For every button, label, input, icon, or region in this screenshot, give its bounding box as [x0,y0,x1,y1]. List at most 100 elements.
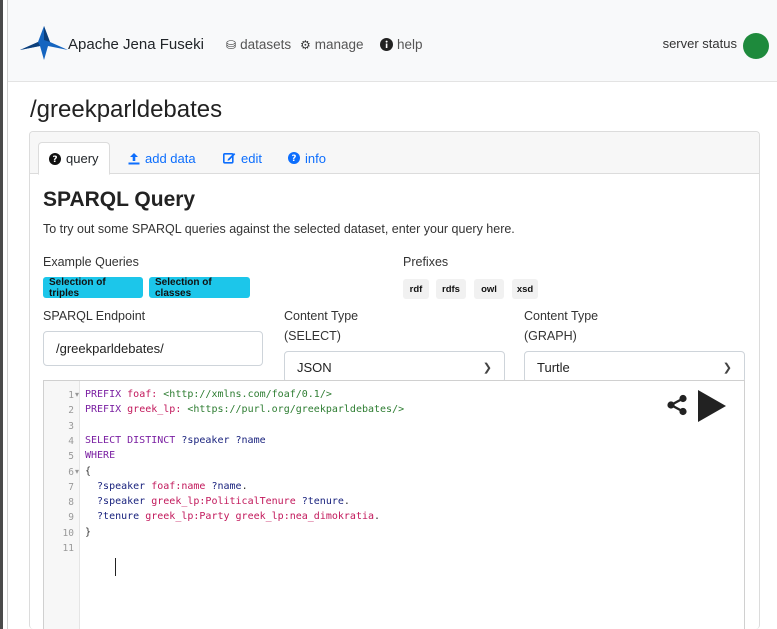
window-edge [0,0,3,629]
endpoint-input[interactable]: /greekparldebates/ [43,331,263,366]
line-number: 9 [68,512,74,524]
code-line: ?tenure greek_lp:Party greek_lp:nea_dimo… [85,511,380,522]
code-token: ?tenure [85,511,146,523]
tab-edit-label: edit [241,150,262,166]
share-icon[interactable] [666,394,688,416]
top-navbar: Apache Jena Fuseki ⛁ datasets ⚙ manage h… [8,0,777,82]
code-token: <http://xmlns.com/foaf/0.1/> [163,389,332,400]
content-type-graph-sublabel: (GRAPH) [524,329,577,343]
code-token: . [374,511,381,523]
code-line: SELECT DISTINCT ?speaker ?name [85,435,266,446]
code-token: greek_lp: [127,404,188,416]
dataset-title: /greekparldebates [30,96,223,123]
content-type-select-sublabel: (SELECT) [284,329,341,343]
prefix-xsd-button[interactable]: xsd [512,279,538,299]
code-token: WHERE [85,450,116,462]
code-line: PREFIX foaf: <http://xmlns.com/foaf/0.1/… [85,389,332,400]
code-token: ?speaker [85,480,152,492]
code-line: } [85,527,91,538]
prefix-rdfs-button[interactable]: rdfs [436,279,466,299]
brand-name[interactable]: Apache Jena Fuseki [68,36,204,53]
code-token: PREFIX [85,404,128,416]
content-type-select-value: JSON [297,359,332,375]
code-token: SELECT DISTINCT [85,434,182,446]
run-query-play-icon[interactable] [697,389,727,423]
code-token: greek_lp:Party [145,511,236,523]
tab-add-data[interactable]: add data [118,142,206,174]
code-token: ?speaker ?name [181,434,266,446]
card-tab-bar: ? query add data edit ? info [30,132,759,175]
nav-datasets-label: datasets [240,37,292,52]
code-line: ?speaker greek_lp:PoliticalTenure ?tenur… [85,496,350,507]
content-type-graph-label: Content Type [524,309,599,323]
svg-text:?: ? [292,154,297,164]
nav-manage-label: manage [314,37,364,52]
code-token: ?tenure [301,496,344,508]
example-queries-label: Example Queries [43,255,139,269]
tab-query-label: query [66,151,99,166]
server-status-indicator [743,33,769,59]
endpoint-label: SPARQL Endpoint [43,309,146,323]
gears-icon: ⚙ [300,37,311,52]
example-query-classes-button[interactable]: Selection of classes [149,277,250,299]
line-number: 2 [68,405,74,417]
line-number: 11 [62,543,74,554]
text-cursor [115,558,116,576]
info-icon: ? [288,152,300,164]
fold-toggle-icon[interactable]: ▾ [75,390,79,399]
nav-help-label: help [397,37,423,52]
code-token: greek_lp:nea_dimokratia [235,511,375,523]
tab-add-data-label: add data [145,150,196,166]
nav-help[interactable]: help [380,37,423,52]
code-token: } [85,526,92,538]
database-icon: ⛁ [226,37,237,52]
fuseki-query-page: { "app": { "brand": "Apache Jena Fuseki"… [0,0,777,629]
code-token: greek_lp:PoliticalTenure [151,496,302,508]
sparql-query-editor[interactable]: 1 ▾ PREFIX foaf: <http://xmlns.com/foaf/0.… [43,380,745,629]
code-token: . [241,480,248,492]
example-query-triples-button[interactable]: Selection of triples [43,277,143,299]
code-token: . [343,496,350,508]
line-number: 7 [68,481,74,493]
code-line: WHERE [85,450,115,461]
nav-datasets[interactable]: ⛁ datasets [226,37,291,52]
upload-icon [128,152,140,164]
code-token: PREFIX [85,389,128,400]
code-line: PREFIX greek_lp: <https://purl.org/greek… [85,404,404,415]
info-circle-icon [380,38,393,51]
line-number: 3 [68,420,74,432]
tab-query[interactable]: ? query [38,142,110,175]
code-token: foaf:name [151,480,212,492]
prefix-rdf-button[interactable]: rdf [403,279,429,299]
prefix-owl-button[interactable]: owl [474,279,504,299]
svg-text:?: ? [52,155,57,165]
tab-info-label: info [305,150,326,166]
line-number: 8 [68,497,74,509]
query-section-title: SPARQL Query [43,188,196,211]
code-token: ?speaker [85,496,152,508]
fuseki-logo-icon[interactable] [18,22,70,62]
edit-icon [223,152,236,164]
line-number: 1 [68,390,74,401]
chevron-down-icon: ❯ [482,362,492,374]
chevron-down-icon: ❯ [722,362,732,374]
tab-info[interactable]: ? info [278,142,336,174]
fold-toggle-icon[interactable]: ▾ [75,467,79,476]
nav-manage[interactable]: ⚙ manage [300,37,364,52]
content-type-select-label: Content Type [284,309,359,323]
tab-edit[interactable]: edit [213,142,272,174]
window-border [7,0,8,629]
line-number: 10 [62,527,74,539]
content-type-graph-dropdown[interactable]: Turtle ❯ [524,351,745,383]
server-status-label: server status [662,36,737,51]
content-type-graph-value: Turtle [537,359,570,375]
line-number: 5 [68,451,74,463]
query-intro-text: To try out some SPARQL queries against t… [43,222,515,236]
content-type-select-dropdown[interactable]: JSON ❯ [284,351,505,383]
code-token: foaf: [127,389,164,400]
line-number: 6 [68,466,74,478]
prefixes-label: Prefixes [403,255,449,269]
code-line: { [85,466,91,477]
line-number: 4 [68,435,74,447]
code-token: <https://purl.org/greekparldebates/> [187,404,405,416]
